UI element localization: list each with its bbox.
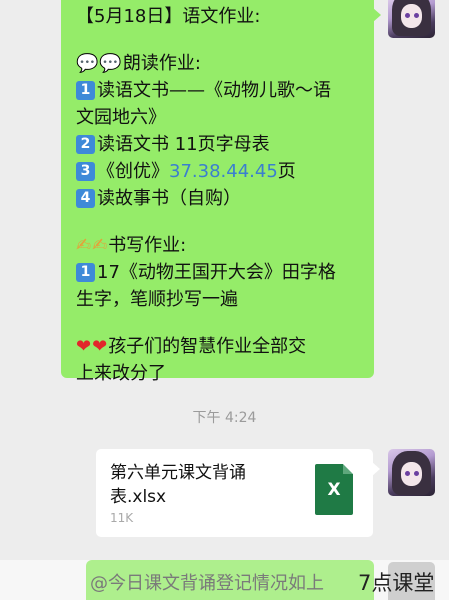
- excel-file-icon: X: [315, 464, 353, 515]
- reading-item-continued: 文园地六》: [76, 107, 166, 128]
- reading-item-prefix: 《创优》: [97, 161, 169, 182]
- file-size: 11K: [110, 511, 134, 525]
- message-title: 【5月18日】语文作业:: [76, 6, 261, 27]
- reading-item-text: 读故事书（自购）: [97, 188, 241, 209]
- bubble-tail: [372, 462, 380, 476]
- red-heart-icon: ❤: [76, 336, 92, 357]
- writing-hand-icon: ✍: [76, 235, 92, 256]
- bubble-tail: [373, 8, 381, 22]
- avatar[interactable]: [388, 449, 435, 496]
- reading-item: 3 《创优》 37.38.44.45 页: [76, 158, 372, 185]
- keycap-2-icon: 2: [76, 135, 95, 154]
- watermark: 7点课堂: [358, 571, 435, 595]
- message-content: 【5月18日】语文作业: 💬 💬 朗读作业: 1 读语文书——《动物儿歌～语 文…: [76, 3, 372, 387]
- speech-bubble-icon: 💬: [76, 53, 99, 74]
- reading-item: 4 读故事书（自购）: [76, 185, 372, 212]
- reading-item-suffix: 页: [277, 161, 296, 182]
- writing-item-text: 17《动物王国开大会》田字格: [97, 262, 336, 283]
- writing-hand-icon: ✍: [92, 235, 108, 256]
- reading-item-text: 读语文书——《动物儿歌～语: [97, 80, 331, 101]
- file-message-card[interactable]: 第六单元课文背诵 表.xlsx 11K X: [96, 449, 373, 537]
- reading-item-text: 读语文书 11页字母表: [97, 134, 270, 155]
- file-name-line: 表.xlsx: [110, 487, 167, 507]
- closing-continued: 上来改分了: [76, 363, 166, 384]
- message-timestamp: 下午 4:24: [192, 410, 257, 426]
- writing-header-line: ✍ ✍ 书写作业:: [76, 232, 372, 259]
- writing-item-continued: 生字，笔顺抄写一遍: [76, 289, 238, 310]
- reading-item: 2 读语文书 11页字母表: [76, 131, 372, 158]
- keycap-4-icon: 4: [76, 189, 95, 208]
- file-name: 第六单元课文背诵 表.xlsx: [110, 461, 300, 509]
- reading-item: 1 读语文书——《动物儿歌～语: [76, 77, 372, 104]
- reading-header-line: 💬 💬 朗读作业:: [76, 50, 372, 77]
- keycap-3-icon: 3: [76, 162, 95, 181]
- partial-message-text: @今日课文背诵登记情况如上: [90, 573, 324, 594]
- excel-icon-letter: X: [327, 480, 341, 500]
- closing-line: ❤ ❤ 孩子们的智慧作业全部交: [76, 333, 372, 360]
- keycap-1-icon: 1: [76, 263, 95, 282]
- closing-text: 孩子们的智慧作业全部交: [108, 336, 307, 357]
- file-name-line: 第六单元课文背诵: [110, 463, 246, 483]
- speech-bubble-icon: 💬: [99, 53, 122, 74]
- avatar[interactable]: [388, 0, 435, 38]
- red-heart-icon: ❤: [92, 336, 108, 357]
- page-numbers-link[interactable]: 37.38.44.45: [169, 158, 278, 185]
- reading-header: 朗读作业:: [122, 53, 201, 74]
- writing-item: 1 17《动物王国开大会》田字格: [76, 259, 372, 286]
- writing-header: 书写作业:: [108, 235, 187, 256]
- keycap-1-icon: 1: [76, 81, 95, 100]
